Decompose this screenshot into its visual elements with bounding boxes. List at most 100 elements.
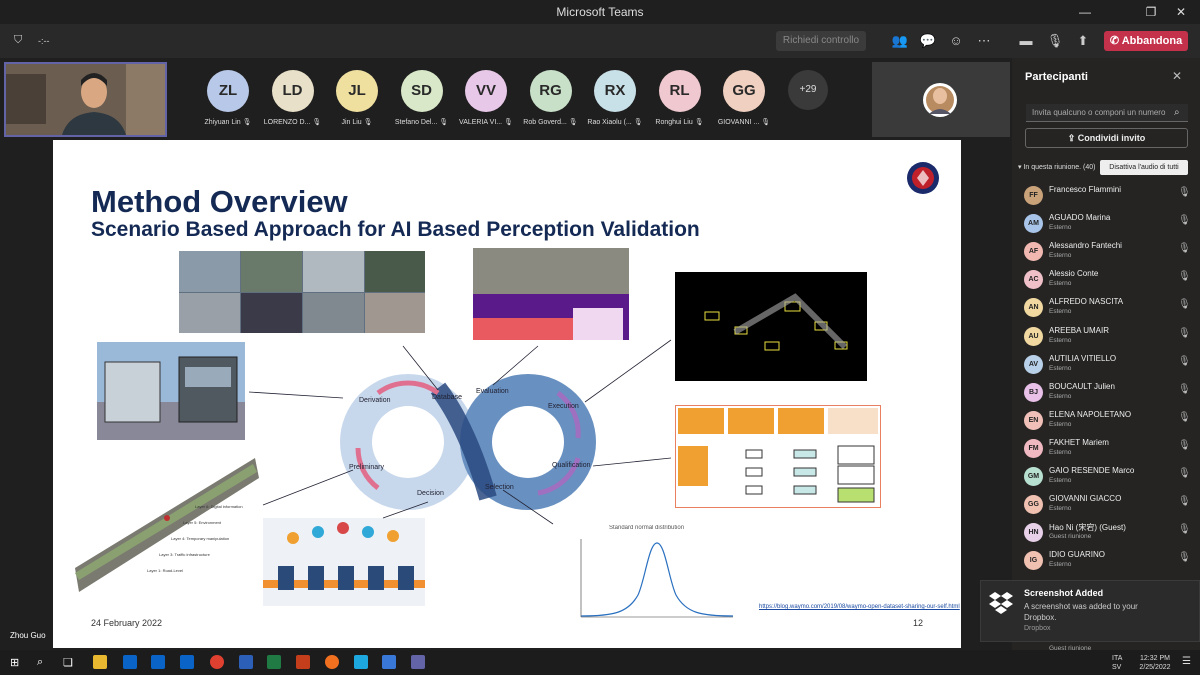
participant-row[interactable]: FM FAKHET Mariem Esterno 🎙 [1024,437,1194,465]
avatar: RL [658,70,701,112]
more-options-icon[interactable]: ⋯ [975,32,993,50]
source-link[interactable]: https://blog.waymo.com/2019/08/waymo-ope… [759,604,960,610]
participant-row[interactable]: GG GIOVANNI GIACCO Esterno 🎙 [1024,493,1194,521]
mic-off-icon: 🎙 [759,119,771,126]
participant-tile[interactable]: GG GIOVANNI ... 🎙 [709,70,779,126]
avatar: AV [1024,354,1043,374]
participant-role: Esterno [1049,252,1072,260]
share-screen-icon[interactable]: ⬆ [1074,32,1092,50]
outlook-icon-3[interactable] [180,655,194,669]
chat-icon[interactable]: 💬 [919,32,937,50]
camera-off-icon[interactable]: ▬ [1017,32,1035,50]
participant-name-text: Stefano Del... [394,119,438,126]
participant-row[interactable]: GM GAIO RESENDE Marco Esterno 🎙 [1024,465,1194,493]
participant-row[interactable]: AN ALFREDO NASCITA Esterno 🎙 [1024,296,1194,324]
participant-tile[interactable]: RX Rao Xiaolu (... 🎙 [580,70,650,126]
mic-off-icon[interactable]: 🎙 [1178,412,1191,423]
participant-tile[interactable]: LD LORENZO D... 🎙 [258,70,328,126]
mic-off-icon[interactable]: 🎙 [1178,187,1191,198]
teams-icon[interactable] [411,655,425,669]
mic-off-icon[interactable]: 🎙 [1178,243,1191,254]
mic-off-icon[interactable]: 🎙 [1178,552,1191,563]
toast-body: A screenshot was added to your Dropbox. [1024,602,1138,622]
mic-off-icon[interactable]: 🎙 [1178,299,1191,310]
mic-off-icon[interactable]: 🎙 [1178,328,1191,339]
participant-role: Esterno [1049,420,1072,428]
mic-off-icon[interactable]: 🎙 [1178,356,1191,367]
outlook-icon[interactable] [123,655,137,669]
firefox-icon[interactable] [325,655,339,669]
in-meeting-header[interactable]: ▾ In questa riunione. (40) [1018,163,1095,171]
participant-name: FAKHET Mariem [1049,437,1109,447]
minimize-button[interactable]: — [1062,0,1108,24]
clock[interactable]: 12:32 PM 2/25/2022 [1134,654,1176,672]
participant-tile[interactable]: ZL Zhiyuan Lin 🎙 [193,70,263,126]
remote-video-tile[interactable] [872,62,1010,137]
maximize-button[interactable]: ❐ [1141,0,1161,24]
participant-tile[interactable]: VV VALERIA VI... 🎙 [451,70,521,126]
powerpoint-icon[interactable] [296,655,310,669]
mic-off-icon[interactable]: 🎙 [1178,440,1191,451]
avatar: AU [1024,326,1043,346]
notifications-icon[interactable]: ☰ [1182,656,1191,667]
chrome-icon[interactable] [210,655,224,669]
participants-icon[interactable]: 👥 [891,32,909,50]
outlook-icon-2[interactable] [151,655,165,669]
participant-row[interactable]: EN ELENA NAPOLETANO Esterno 🎙 [1024,409,1194,437]
featured-video[interactable] [4,62,167,137]
mic-off-icon[interactable]: 🎙 [1178,524,1191,535]
avatar: BJ [1024,382,1043,402]
participant-name: Rao Xiaolu (... 🎙 [580,118,650,126]
participant-row[interactable]: AM AGUADO Marina Esterno 🎙 [1024,212,1194,240]
mic-off-icon[interactable]: 🎙 [1178,496,1191,507]
mic-off-icon[interactable]: 🎙 [1046,32,1064,50]
share-icon: ⇪ [1067,133,1078,143]
close-icon[interactable]: ✕ [1172,69,1182,83]
lang-code: ITA [1112,655,1123,662]
more-participants-button[interactable]: +29 [788,70,828,110]
participant-row[interactable]: AV AUTILIA VITIELLO Esterno 🎙 [1024,353,1194,381]
participant-tile[interactable]: RG Rob Goverd... 🎙 [516,70,586,126]
excel-icon[interactable] [267,655,281,669]
slide-date: 24 February 2022 [91,618,163,628]
participant-name-text: Jin Liu [341,119,362,126]
mic-off-icon[interactable]: 🎙 [1178,384,1191,395]
avatar: IG [1024,551,1043,571]
mute-all-button[interactable]: Disattiva l'audio di tutti [1100,160,1188,175]
dropbox-toast[interactable]: Screenshot Added A screenshot was added … [980,580,1200,642]
word-icon[interactable] [239,655,253,669]
clock-date: 2/25/2022 [1139,664,1171,671]
reactions-icon[interactable]: ☺ [947,32,965,50]
search-icon[interactable]: ⌕ [37,656,43,669]
participant-name: AUTILIA VITIELLO [1049,353,1117,363]
participant-row[interactable]: IG IDIO GUARINO Esterno 🎙 [1024,549,1194,577]
mic-off-icon[interactable]: 🎙 [1178,215,1191,226]
skype-icon[interactable] [354,655,368,669]
mic-off-icon: 🎙 [631,119,643,126]
request-control-button[interactable]: Richiedi controllo [776,31,866,51]
participant-row[interactable]: FF Francesco Flammini 🎙 [1024,184,1194,212]
participant-row[interactable]: HN Hao Ni (宋宕) (Guest) Guest riunione 🎙 [1024,521,1194,549]
language-indicator[interactable]: ITA SV [1112,654,1122,672]
invite-input[interactable]: Invita qualcuno o componi un numero [1026,104,1188,122]
task-view-icon[interactable]: ❏ [63,656,73,669]
participant-name: LORENZO D... 🎙 [258,118,328,126]
mic-off-icon: 🎙 [240,119,252,126]
participant-role: Esterno [1049,336,1072,344]
mic-off-icon[interactable]: 🎙 [1178,468,1191,479]
participant-row[interactable]: AF Alessandro Fantechi Esterno 🎙 [1024,240,1194,268]
participant-name: Alessandro Fantechi [1049,241,1122,251]
participant-row[interactable]: BJ BOUCAULT Julien Esterno 🎙 [1024,381,1194,409]
close-button[interactable]: ✕ [1166,0,1196,24]
share-invite-button[interactable]: ⇪ Condividi invito [1025,128,1188,148]
participant-row[interactable]: AC Alessio Conte Esterno 🎙 [1024,268,1194,296]
participant-tile[interactable]: SD Stefano Del... 🎙 [387,70,457,126]
file-explorer-icon[interactable] [93,655,107,669]
mic-off-icon[interactable]: 🎙 [1178,271,1191,282]
participant-tile[interactable]: RL Ronghui Liu 🎙 [645,70,715,126]
app-icon[interactable] [382,655,396,669]
participant-tile[interactable]: JL Jin Liu 🎙 [322,70,392,126]
windows-start-icon[interactable]: ⊞ [10,656,19,669]
leave-button[interactable]: ✆ Abbandona [1104,31,1188,51]
participant-row[interactable]: AU AREEBA UMAIR Esterno 🎙 [1024,325,1194,353]
